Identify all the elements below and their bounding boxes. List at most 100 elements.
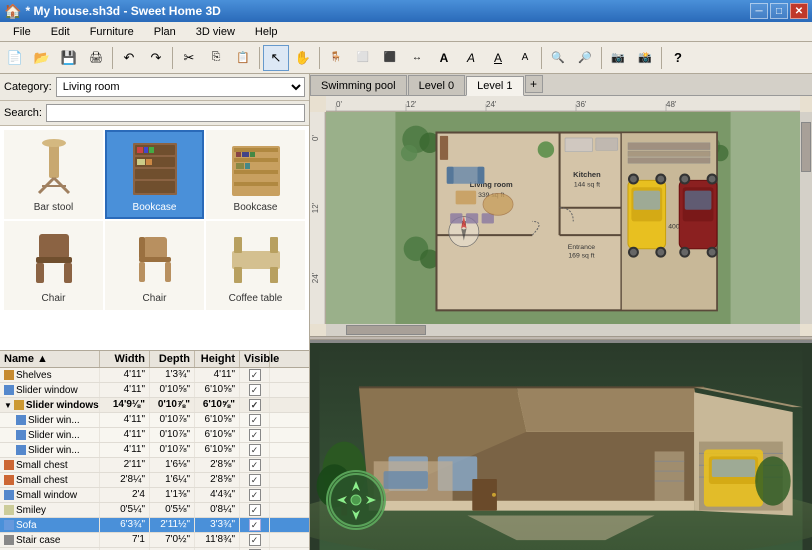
category-select[interactable]: Living roomBedroomKitchenBathroomDining … xyxy=(56,77,305,97)
col-height[interactable]: Height xyxy=(195,351,240,367)
visible-checkbox[interactable] xyxy=(249,504,261,516)
furniture-item-chair2[interactable]: Chair xyxy=(105,221,204,310)
svg-text:12': 12' xyxy=(406,100,417,109)
app-title: * My house.sh3d - Sweet Home 3D xyxy=(25,4,220,18)
menu-item-file[interactable]: File xyxy=(4,24,40,40)
ruler-horizontal: 0' 12' 24' 36' 48' xyxy=(326,96,800,112)
draw-room-button[interactable]: ⬛ xyxy=(377,45,403,71)
visible-checkbox[interactable] xyxy=(249,414,261,426)
add-text2-button[interactable]: A xyxy=(458,45,484,71)
tab-level1[interactable]: Level 1 xyxy=(466,76,523,96)
views-container: 0' 12' 24' 36' 48' xyxy=(310,96,812,550)
svg-text:Kitchen: Kitchen xyxy=(573,170,601,179)
navigation-circle[interactable] xyxy=(326,470,386,530)
pan-tool[interactable]: ✋ xyxy=(290,45,316,71)
add-level-button[interactable]: + xyxy=(525,75,543,93)
visible-checkbox[interactable] xyxy=(249,444,261,456)
search-row: Search: xyxy=(0,101,309,126)
menu-item-plan[interactable]: Plan xyxy=(145,24,185,40)
copy-button[interactable]: ⎘ xyxy=(203,45,229,71)
col-visible[interactable]: Visible xyxy=(240,351,270,367)
sep6 xyxy=(601,47,602,69)
visible-checkbox[interactable] xyxy=(249,399,261,411)
furniture-item-chair1[interactable]: Chair xyxy=(4,221,103,310)
furniture-grid: Bar stool xyxy=(0,126,309,350)
tab-level0[interactable]: Level 0 xyxy=(408,75,465,95)
table-row-sofa[interactable]: Sofa 6'3¾"2'11½"3'3¾" xyxy=(0,518,309,533)
add-furniture-button[interactable]: 🪑 xyxy=(323,45,349,71)
cut-button[interactable]: ✂ xyxy=(176,45,202,71)
minimize-button[interactable]: ─ xyxy=(750,3,768,19)
col-depth[interactable]: Depth xyxy=(150,351,195,367)
coffee-table-label: Coffee table xyxy=(229,293,283,304)
bar-stool-label: Bar stool xyxy=(34,202,73,213)
col-width[interactable]: Width xyxy=(100,351,150,367)
bar-stool-icon xyxy=(22,136,86,200)
zoom-in-button[interactable]: 🔍 xyxy=(545,45,571,71)
toolbar: 📄 📂 💾 🖨 ↶ ↷ ✂ ⎘ 📋 ↖ ✋ 🪑 ⬜ ⬛ ↔ A A A A 🔍 … xyxy=(0,42,812,74)
new-button[interactable]: 📄 xyxy=(2,45,28,71)
table-row-child[interactable]: Slider win... 4'11"0'10⅞"6'10⅝" xyxy=(0,428,309,443)
furniture-item-bookcase2[interactable]: Bookcase xyxy=(206,130,305,219)
menu-item-help[interactable]: Help xyxy=(246,24,287,40)
save-button[interactable]: 💾 xyxy=(56,45,82,71)
furniture-item-coffee-table[interactable]: Coffee table xyxy=(206,221,305,310)
v-scrollbar[interactable] xyxy=(800,112,812,324)
furniture-item-bookcase1[interactable]: Bookcase xyxy=(105,130,204,219)
table-row-child[interactable]: Slider win... 4'11"0'10⅞"6'10⅝" xyxy=(0,443,309,458)
open-button[interactable]: 📂 xyxy=(29,45,55,71)
visible-checkbox[interactable] xyxy=(249,474,261,486)
undo-button[interactable]: ↶ xyxy=(116,45,142,71)
table-row[interactable]: Stair case 7'17'0½"11'8¾" xyxy=(0,533,309,548)
paste-button[interactable]: 📋 xyxy=(230,45,256,71)
add-text3-button[interactable]: A xyxy=(485,45,511,71)
pointer-tool[interactable]: ↖ xyxy=(263,45,289,71)
close-button[interactable]: ✕ xyxy=(790,3,808,19)
main-area: Category: Living roomBedroomKitchenBathr… xyxy=(0,74,812,550)
zoom-out-button[interactable]: 🔎 xyxy=(572,45,598,71)
visible-checkbox[interactable] xyxy=(249,429,261,441)
sep7 xyxy=(661,47,662,69)
visible-checkbox[interactable] xyxy=(249,384,261,396)
maximize-button[interactable]: □ xyxy=(770,3,788,19)
visible-checkbox[interactable] xyxy=(249,489,261,501)
table-row[interactable]: Slider window 4'11"0'10⅝"6'10⅝" xyxy=(0,383,309,398)
camera-button1[interactable]: 📷 xyxy=(605,45,631,71)
bottom-3d-view[interactable] xyxy=(310,340,812,550)
add-dimension-button[interactable]: ↔ xyxy=(404,45,430,71)
col-name[interactable]: Name ▲ xyxy=(0,351,100,367)
search-input[interactable] xyxy=(46,104,305,122)
h-scrollbar[interactable] xyxy=(326,324,800,336)
table-row[interactable]: Small chest 2'11"1'6⅛"2'8⅝" xyxy=(0,458,309,473)
menu-item-edit[interactable]: Edit xyxy=(42,24,79,40)
menu-item-furniture[interactable]: Furniture xyxy=(81,24,143,40)
ruler-vertical: 0' 12' 24' xyxy=(310,112,326,324)
visible-checkbox[interactable] xyxy=(249,534,261,546)
furniture-item-bar-stool[interactable]: Bar stool xyxy=(4,130,103,219)
add-text4-button[interactable]: A xyxy=(512,45,538,71)
visible-checkbox[interactable] xyxy=(249,519,261,531)
menu-item-3d view[interactable]: 3D view xyxy=(187,24,244,40)
top-view[interactable]: 0' 12' 24' 36' 48' xyxy=(310,96,812,336)
visible-checkbox[interactable] xyxy=(249,369,261,381)
titlebar-controls[interactable]: ─ □ ✕ xyxy=(750,3,808,19)
visible-checkbox[interactable] xyxy=(249,459,261,471)
camera-button2[interactable]: 📸 xyxy=(632,45,658,71)
draw-wall-button[interactable]: ⬜ xyxy=(350,45,376,71)
table-row-child[interactable]: Slider win... 4'11"0'10⅞"6'10⅝" xyxy=(0,413,309,428)
sep5 xyxy=(541,47,542,69)
table-row[interactable]: Smiley 0'5¼"0'5⅛"0'8¼" xyxy=(0,503,309,518)
svg-text:24': 24' xyxy=(311,272,320,283)
redo-button[interactable]: ↷ xyxy=(143,45,169,71)
table-row-group[interactable]: ▼Slider windows 14'9⅛"0'10⅞"6'10⅝" xyxy=(0,398,309,413)
menubar: FileEditFurniturePlan3D viewHelp xyxy=(0,22,812,42)
table-row[interactable]: Shelves 4'11"1'3¾"4'11" xyxy=(0,368,309,383)
print-button[interactable]: 🖨 xyxy=(83,45,109,71)
help-button[interactable]: ? xyxy=(665,45,691,71)
table-row[interactable]: Small chest 2'8¼"1'6¼"2'8⅝" xyxy=(0,473,309,488)
floorplan-area[interactable]: Living room 339 sq ft Kitchen 144 sq ft … xyxy=(326,112,800,324)
table-row[interactable]: Small window 2'41'1⅜"4'4¾" xyxy=(0,488,309,503)
row-icon xyxy=(16,415,26,425)
add-text-button[interactable]: A xyxy=(431,45,457,71)
tab-swimming-pool[interactable]: Swimming pool xyxy=(310,75,407,95)
